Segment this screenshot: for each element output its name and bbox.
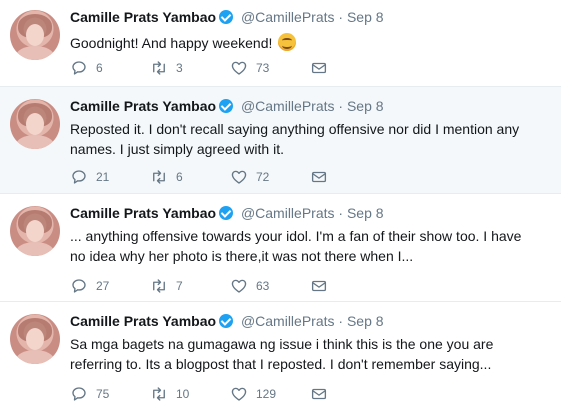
tweet-actions: 75 10 129 xyxy=(70,384,340,404)
tweet-text: Sa mga bagets na gumagawa ng issue i thi… xyxy=(70,336,494,372)
like-count: 129 xyxy=(256,387,277,401)
tweet-text: ... anything offensive towards your idol… xyxy=(70,228,522,264)
like-count: 72 xyxy=(256,170,270,184)
heart-icon xyxy=(231,170,247,184)
reply-button[interactable]: 75 xyxy=(70,384,150,404)
verified-badge-icon xyxy=(219,206,234,220)
retweet-count: 7 xyxy=(176,279,183,293)
reply-button[interactable]: 27 xyxy=(70,276,150,296)
reply-button[interactable]: 21 xyxy=(70,167,150,187)
reply-count: 21 xyxy=(96,170,110,184)
user-handle[interactable]: @CamillePrats xyxy=(241,98,335,114)
tweet-actions: 21 6 72 xyxy=(70,167,340,187)
separator: · xyxy=(338,9,344,25)
separator: · xyxy=(338,205,344,221)
envelope-icon xyxy=(311,280,327,292)
tweet-header: Camille Prats Yambao @CamillePrats · Sep… xyxy=(70,8,551,26)
direct-message-button[interactable] xyxy=(310,58,340,78)
direct-message-button[interactable] xyxy=(310,167,340,187)
reply-icon xyxy=(72,61,86,75)
tweet[interactable]: Camille Prats Yambao @CamillePrats · Sep… xyxy=(0,194,561,302)
tweet[interactable]: Camille Prats Yambao @CamillePrats · Sep… xyxy=(0,302,561,410)
reply-icon xyxy=(72,387,86,401)
retweet-button[interactable]: 3 xyxy=(150,58,230,78)
retweet-icon xyxy=(153,170,165,184)
tweet-content: Camille Prats Yambao @CamillePrats · Sep… xyxy=(70,8,551,53)
like-count: 63 xyxy=(256,279,270,293)
user-name[interactable]: Camille Prats Yambao xyxy=(70,313,216,329)
tweet-header: Camille Prats Yambao @CamillePrats · Sep… xyxy=(70,204,551,222)
reply-icon xyxy=(72,279,86,293)
like-button[interactable]: 129 xyxy=(230,384,310,404)
tweet-actions: 6 3 73 xyxy=(70,58,340,78)
heart-icon xyxy=(231,387,247,401)
tweet-date[interactable]: Sep 8 xyxy=(347,205,384,221)
tweet-text-body: Goodnight! And happy weekend! xyxy=(70,35,273,51)
direct-message-button[interactable] xyxy=(310,384,340,404)
avatar[interactable] xyxy=(10,314,60,364)
verified-badge-icon xyxy=(219,314,234,328)
retweet-button[interactable]: 7 xyxy=(150,276,230,296)
reply-count: 27 xyxy=(96,279,110,293)
retweet-count: 6 xyxy=(176,170,183,184)
tweet-date[interactable]: Sep 8 xyxy=(347,9,384,25)
user-name[interactable]: Camille Prats Yambao xyxy=(70,9,216,25)
retweet-icon xyxy=(153,61,165,75)
envelope-icon xyxy=(311,62,327,74)
tweet-content: Camille Prats Yambao @CamillePrats · Sep… xyxy=(70,204,551,266)
tweet-header: Camille Prats Yambao @CamillePrats · Sep… xyxy=(70,97,551,115)
retweet-icon xyxy=(153,279,165,293)
retweet-button[interactable]: 6 xyxy=(150,167,230,187)
tweet-text: Reposted it. I don't recall saying anyth… xyxy=(70,121,520,157)
user-handle[interactable]: @CamillePrats xyxy=(241,9,335,25)
user-name[interactable]: Camille Prats Yambao xyxy=(70,98,216,114)
tweet-date[interactable]: Sep 8 xyxy=(347,313,384,329)
verified-badge-icon xyxy=(219,10,234,24)
separator: · xyxy=(338,313,344,329)
user-handle[interactable]: @CamillePrats xyxy=(241,313,335,329)
avatar[interactable] xyxy=(10,10,60,60)
reply-count: 6 xyxy=(96,61,103,75)
reply-icon xyxy=(72,170,86,184)
envelope-icon xyxy=(311,388,327,400)
avatar[interactable] xyxy=(10,99,60,149)
like-button[interactable]: 72 xyxy=(230,167,310,187)
user-name[interactable]: Camille Prats Yambao xyxy=(70,205,216,221)
tweet-content: Camille Prats Yambao @CamillePrats · Sep… xyxy=(70,97,551,159)
retweet-count: 3 xyxy=(176,61,183,75)
smiling-face-emoji-icon xyxy=(278,33,297,51)
tweet-content: Camille Prats Yambao @CamillePrats · Sep… xyxy=(70,312,551,374)
tweet-header: Camille Prats Yambao @CamillePrats · Sep… xyxy=(70,312,551,330)
heart-icon xyxy=(231,279,247,293)
tweet-date[interactable]: Sep 8 xyxy=(347,98,384,114)
verified-badge-icon xyxy=(219,99,234,113)
retweet-button[interactable]: 10 xyxy=(150,384,230,404)
heart-icon xyxy=(231,61,247,75)
direct-message-button[interactable] xyxy=(310,276,340,296)
separator: · xyxy=(338,98,344,114)
tweet[interactable]: Camille Prats Yambao @CamillePrats · Sep… xyxy=(0,0,561,87)
like-button[interactable]: 63 xyxy=(230,276,310,296)
tweet[interactable]: Camille Prats Yambao @CamillePrats · Sep… xyxy=(0,87,561,194)
retweet-icon xyxy=(153,387,165,401)
user-handle[interactable]: @CamillePrats xyxy=(241,205,335,221)
tweet-text: Goodnight! And happy weekend! xyxy=(70,30,540,53)
tweet-actions: 27 7 63 xyxy=(70,276,340,296)
like-button[interactable]: 73 xyxy=(230,58,310,78)
reply-count: 75 xyxy=(96,387,110,401)
tweet-timeline: Camille Prats Yambao @CamillePrats · Sep… xyxy=(0,0,561,410)
avatar[interactable] xyxy=(10,206,60,256)
envelope-icon xyxy=(311,171,327,183)
reply-button[interactable]: 6 xyxy=(70,58,150,78)
retweet-count: 10 xyxy=(176,387,190,401)
like-count: 73 xyxy=(256,61,270,75)
